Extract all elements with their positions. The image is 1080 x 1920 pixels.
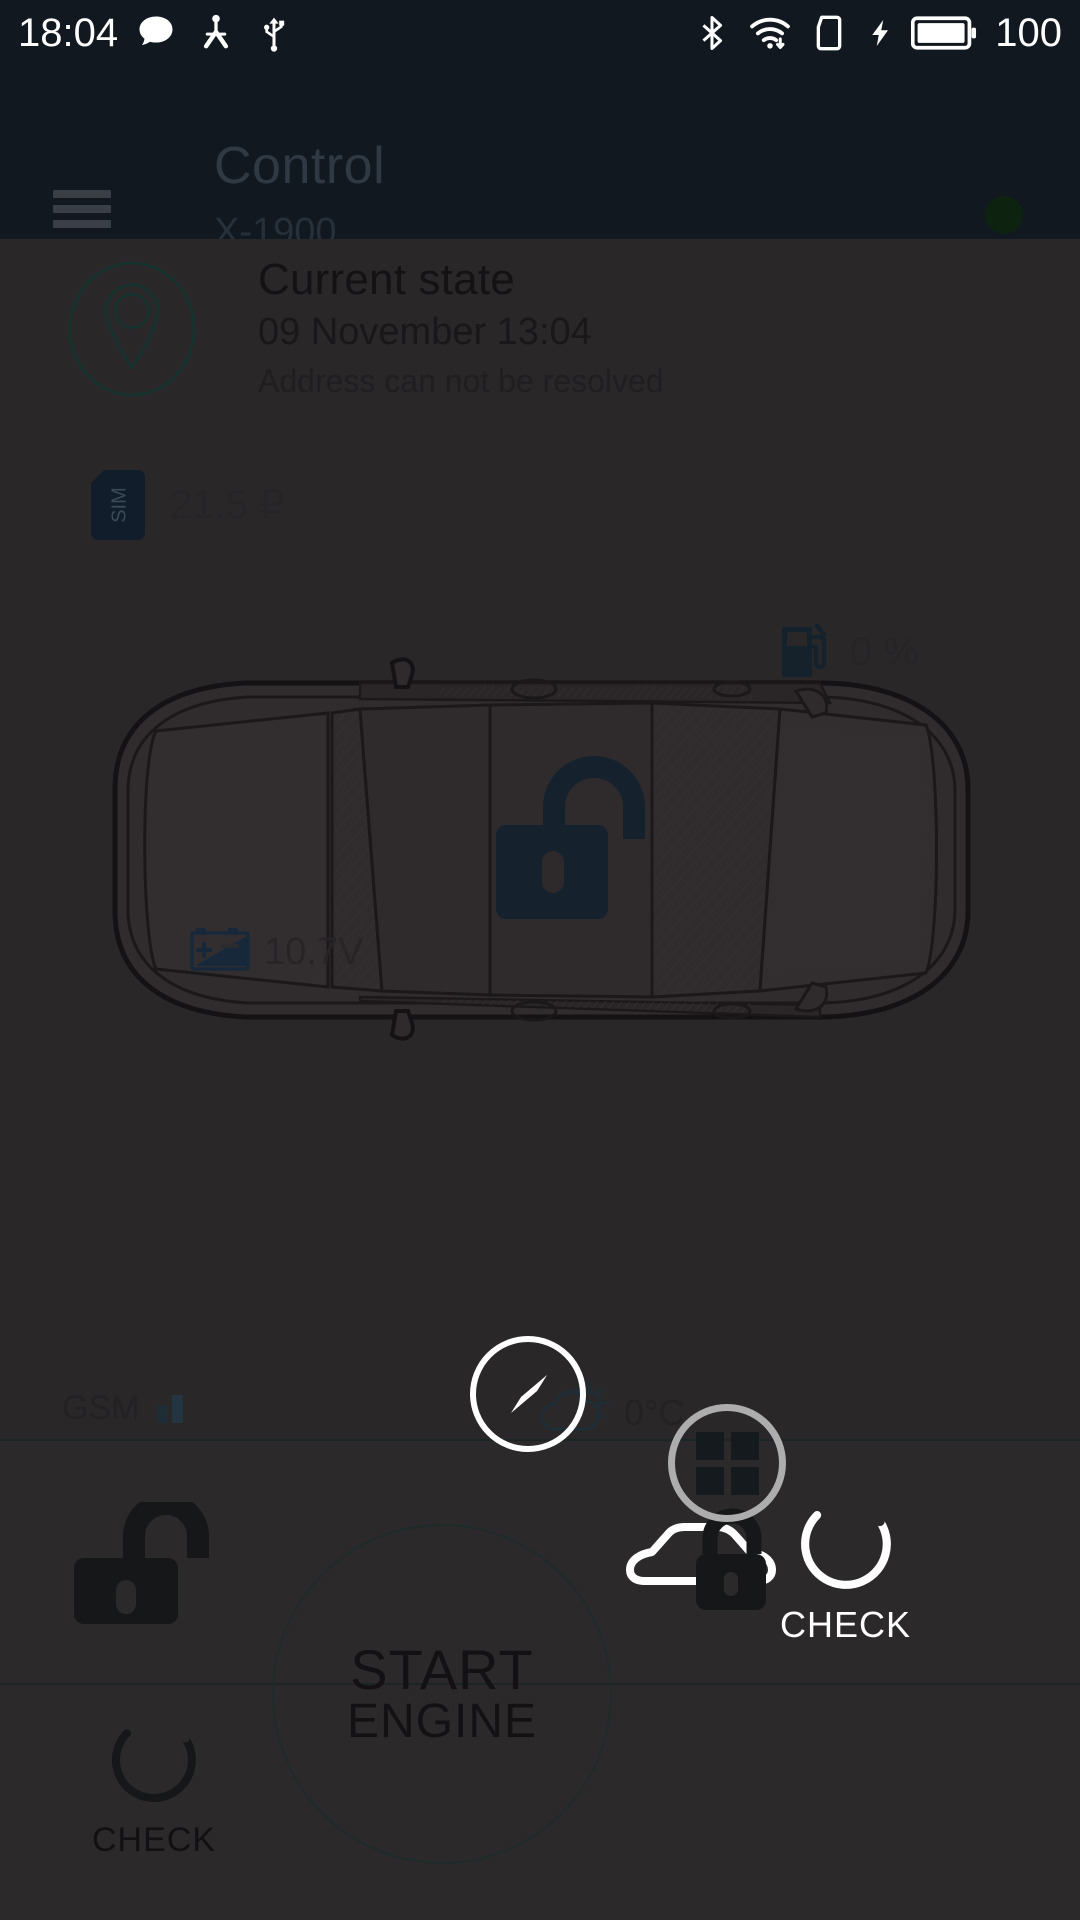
check-button-right-label: CHECK [780, 1604, 912, 1645]
check-refresh-icon [797, 1495, 895, 1598]
unlock-button[interactable] [72, 1493, 232, 1631]
sim-balance-row[interactable]: SIM 21.5 ₽ [90, 469, 284, 541]
hamburger-bar [53, 190, 111, 198]
compass-needle-icon [511, 1375, 547, 1413]
battery-voltage-value: 10.7V [264, 930, 364, 973]
wifi-download-icon [747, 11, 793, 55]
car-top-view-illustration[interactable]: 10.7V 0°C 24°C [60, 639, 1020, 1663]
grid-cell [730, 1466, 759, 1495]
battery-voltage-row: 10.7V [190, 924, 363, 979]
check-button-left-label: CHECK [92, 1821, 217, 1859]
status-bar-clock: 18:04 [18, 11, 119, 55]
current-state-heading: Current state [258, 255, 515, 304]
usb-debug-icon [194, 11, 238, 55]
hamburger-bar [53, 205, 111, 213]
sd-card-icon [809, 11, 849, 55]
status-bar-right-group: 100 [693, 11, 1062, 55]
car-lock-button[interactable] [620, 1500, 780, 1625]
current-state-timestamp: 09 November 13:04 [258, 311, 592, 354]
location-pin-icon [62, 259, 202, 399]
gsm-signal-group: GSM [62, 1385, 193, 1430]
start-engine-line2: ENGINE [346, 1695, 538, 1749]
status-bar-left-group: 18:04 [18, 11, 294, 55]
sim-balance-value: 21.5 ₽ [170, 483, 285, 527]
grid-cell [695, 1466, 724, 1495]
charging-bolt-icon [865, 11, 895, 55]
start-engine-button[interactable]: START ENGINE [272, 1524, 612, 1864]
current-state-block[interactable]: Current state 09 November 13:04 Address … [0, 239, 1080, 419]
unlock-padlock-icon [72, 1493, 232, 1631]
current-state-address: Address can not be resolved [258, 363, 664, 400]
svg-text:SIM: SIM [108, 487, 130, 523]
compass-navigation-icon[interactable] [470, 1336, 586, 1452]
usb-icon [254, 11, 294, 55]
hamburger-menu-icon[interactable] [53, 190, 111, 228]
bluetooth-icon [693, 11, 731, 55]
status-bar: 18:04 100 [0, 0, 1080, 66]
page-title: Control [214, 137, 386, 195]
check-refresh-icon [106, 1712, 202, 1813]
main-content: Current state 09 November 13:04 Address … [0, 239, 1080, 1663]
check-button-right[interactable]: CHECK [780, 1495, 911, 1646]
car-lock-icon [620, 1500, 780, 1625]
apps-grid-glyph [695, 1431, 759, 1495]
chat-bubble-icon [134, 11, 178, 55]
battery-percentage: 100 [995, 11, 1062, 55]
battery-icon [911, 13, 977, 53]
weather-temperature-value: 0°C [624, 1391, 685, 1433]
car-outline-svg [112, 657, 971, 1041]
grid-cell [695, 1431, 724, 1460]
grid-cell [730, 1431, 759, 1460]
car-battery-icon [190, 924, 252, 979]
sim-card-icon: SIM [90, 469, 146, 541]
start-engine-line1: START [350, 1637, 534, 1701]
gsm-label: GSM [62, 1388, 140, 1427]
current-state-texts: Current state 09 November 13:04 Address … [258, 255, 664, 400]
signal-bars-icon [153, 1385, 193, 1430]
connection-status-dot [985, 196, 1023, 234]
apps-grid-icon[interactable] [668, 1404, 786, 1522]
hamburger-bar [53, 220, 111, 228]
app-bar: Control X-1900 [0, 66, 1080, 251]
check-button-left[interactable]: CHECK [92, 1712, 216, 1860]
